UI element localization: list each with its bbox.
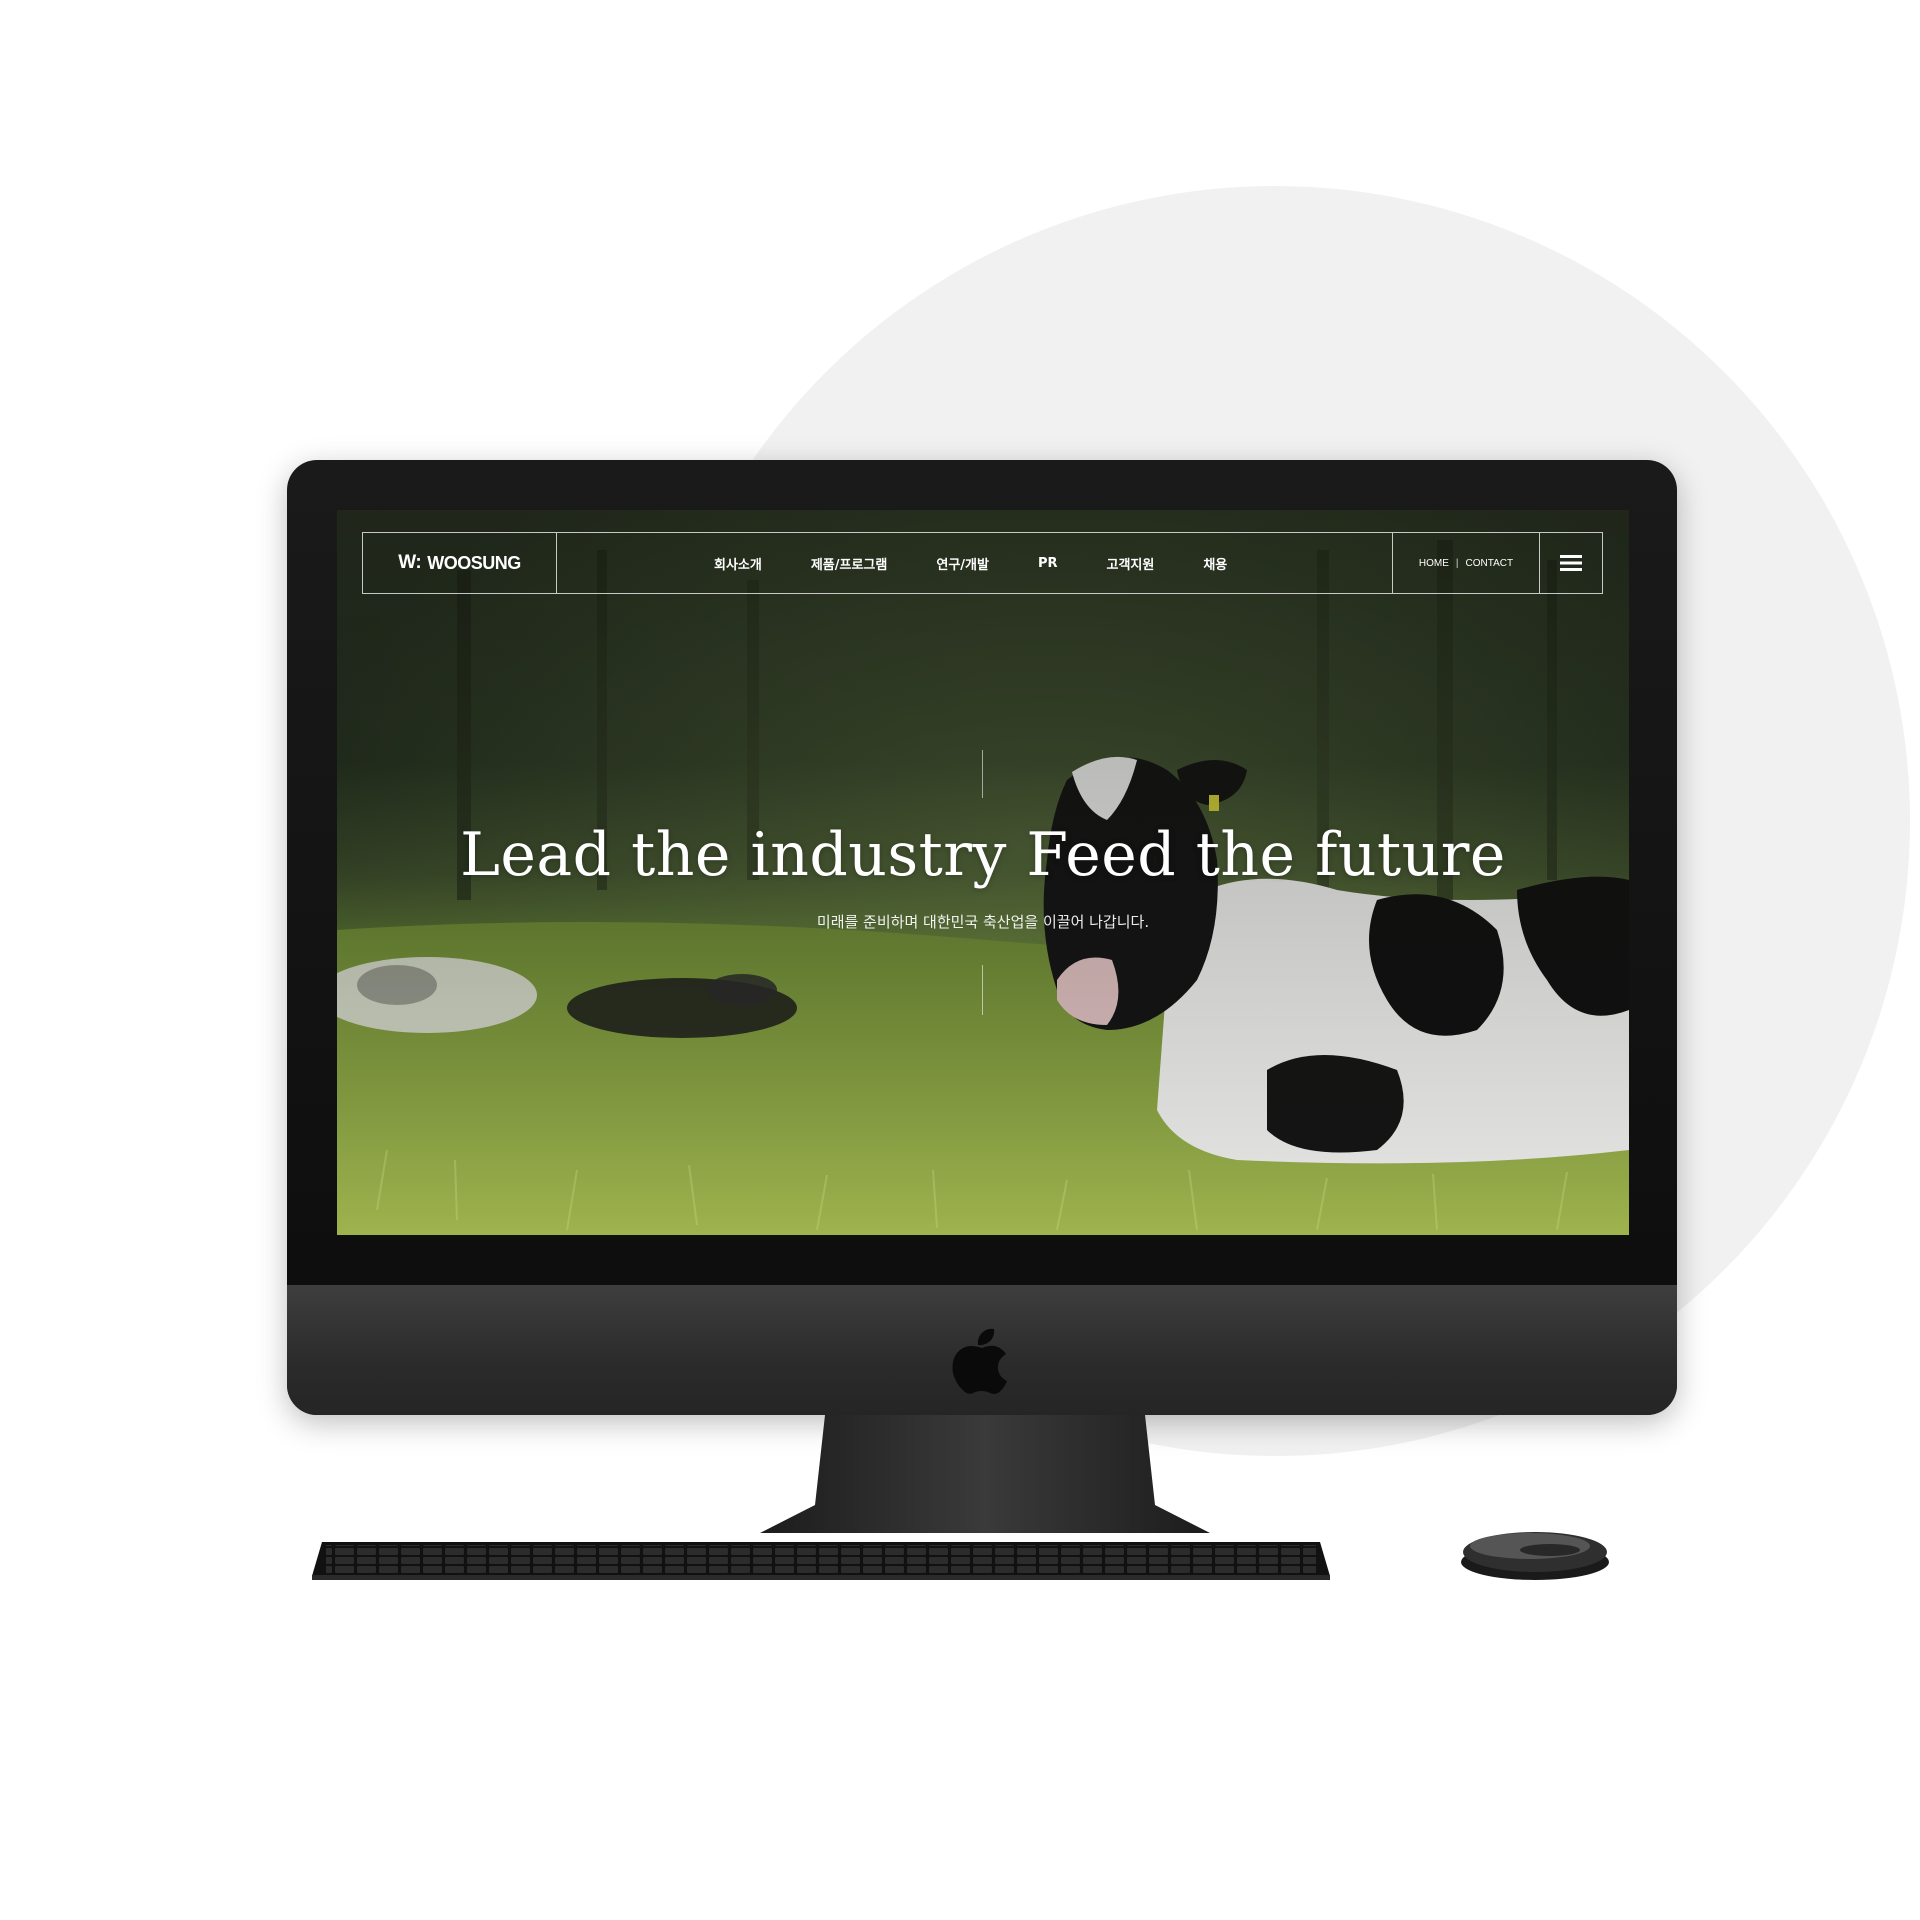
imac-stand [760,1415,1210,1533]
menu-item-recruit[interactable]: 채용 [1203,554,1227,573]
imac-device: W: WOOSUNG 회사소개 제품/프로그램 연구/개발 PR 고객지원 채용… [287,460,1677,1415]
site-header: W: WOOSUNG 회사소개 제품/프로그램 연구/개발 PR 고객지원 채용… [362,532,1603,594]
magic-mouse [1461,1532,1609,1580]
menu-item-pr[interactable]: PR [1038,556,1058,571]
hero-title: Lead the industry Feed the future [460,820,1506,890]
main-menu: 회사소개 제품/프로그램 연구/개발 PR 고객지원 채용 [557,533,1392,593]
hero-divider-bottom [982,965,983,1015]
utility-links: HOME | CONTACT [1392,533,1539,593]
menu-item-company[interactable]: 회사소개 [714,554,762,573]
hamburger-icon [1560,555,1582,571]
keyboard [312,1542,1330,1580]
home-link[interactable]: HOME [1419,558,1449,569]
logo-text: WOOSUNG [427,552,521,573]
hero-divider-top [982,750,983,798]
menu-item-research[interactable]: 연구/개발 [936,554,989,573]
imac-screen: W: WOOSUNG 회사소개 제품/프로그램 연구/개발 PR 고객지원 채용… [337,510,1629,1235]
apple-logo-icon [952,1328,1007,1394]
mockup-stage: W: WOOSUNG 회사소개 제품/프로그램 연구/개발 PR 고객지원 채용… [0,0,1920,1920]
logo-mark: W: [398,552,422,573]
site-logo[interactable]: W: WOOSUNG [363,533,557,593]
hero-subtitle: 미래를 준비하며 대한민국 축산업을 이끌어 나갑니다. [816,913,1150,931]
menu-item-support[interactable]: 고객지원 [1107,554,1155,573]
contact-link[interactable]: CONTACT [1466,558,1514,569]
menu-item-products[interactable]: 제품/프로그램 [811,554,888,573]
utility-separator: | [1455,557,1459,569]
menu-toggle-button[interactable] [1539,533,1602,593]
